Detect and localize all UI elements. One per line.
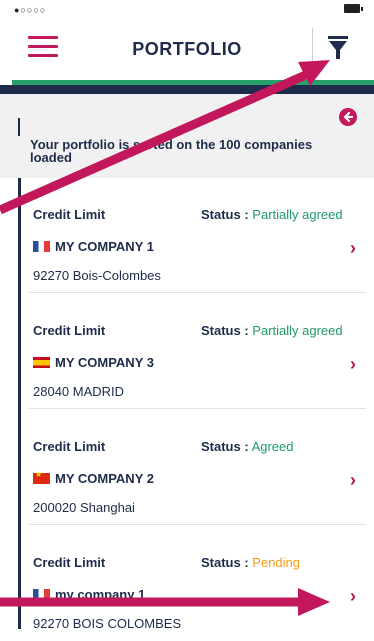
signal-icon: ●○○○○	[14, 5, 47, 15]
back-arrow-icon[interactable]	[339, 108, 357, 126]
list-item[interactable]: Credit Limit Status : Pending my company…	[21, 526, 374, 641]
status: Status : Agreed	[201, 439, 294, 454]
chevron-right-icon[interactable]: ›	[350, 586, 356, 607]
status-value: Partially agreed	[252, 323, 343, 338]
company-row: MY COMPANY 3	[33, 355, 154, 370]
status-value: Pending	[252, 555, 301, 570]
france-flag-icon	[33, 589, 50, 600]
status-value: Partially agreed	[252, 207, 343, 222]
header-navy-bar	[0, 85, 374, 94]
header-divider	[312, 28, 313, 72]
chevron-right-icon[interactable]: ›	[350, 470, 356, 491]
list-item[interactable]: Credit Limit Status : Partially agreed M…	[21, 178, 374, 293]
list-item[interactable]: Credit Limit Status : Partially agreed M…	[21, 294, 374, 409]
status: Status : Partially agreed	[201, 323, 343, 338]
company-row: my company 1	[33, 587, 145, 602]
credit-type: Credit Limit	[33, 207, 106, 222]
app-header: PORTFOLIO	[0, 20, 374, 80]
list-item[interactable]: Credit Limit Status : Agreed MY COMPANY …	[21, 410, 374, 525]
sort-info-text: Your portfolio is sorted on the 100 comp…	[30, 137, 313, 165]
page-title: PORTFOLIO	[132, 39, 242, 59]
divider	[29, 524, 366, 525]
china-flag-icon	[33, 470, 50, 484]
company-row: MY COMPANY 2	[33, 470, 154, 486]
credit-type: Credit Limit	[33, 555, 106, 570]
status: Status : Partially agreed	[201, 207, 343, 222]
company-address: 28040 MADRID	[33, 384, 125, 399]
credit-type: Credit Limit	[33, 323, 106, 338]
credit-type: Credit Limit	[33, 439, 106, 454]
spain-flag-icon	[33, 357, 50, 368]
panel-edge	[18, 118, 20, 136]
company-address: 92270 Bois-Colombes	[33, 268, 161, 283]
company-address: 200020 Shanghai	[33, 500, 135, 515]
divider	[29, 292, 366, 293]
company-name: MY COMPANY 2	[55, 471, 154, 486]
divider	[29, 408, 366, 409]
battery-icon	[344, 4, 363, 13]
company-row: MY COMPANY 1	[33, 239, 154, 254]
filter-icon[interactable]	[326, 34, 350, 62]
status-bar: ●○○○○	[0, 0, 374, 20]
chevron-right-icon[interactable]: ›	[350, 238, 356, 259]
status: Status : Pending	[201, 555, 301, 570]
company-name: my company 1	[55, 587, 146, 602]
sort-info-panel: Your portfolio is sorted on the 100 comp…	[0, 94, 374, 178]
company-name: MY COMPANY 3	[55, 355, 154, 370]
france-flag-icon	[33, 241, 50, 252]
status-value: Agreed	[251, 439, 294, 454]
portfolio-list: Credit Limit Status : Partially agreed M…	[0, 178, 374, 641]
company-name: MY COMPANY 1	[55, 239, 154, 254]
chevron-right-icon[interactable]: ›	[350, 354, 356, 375]
